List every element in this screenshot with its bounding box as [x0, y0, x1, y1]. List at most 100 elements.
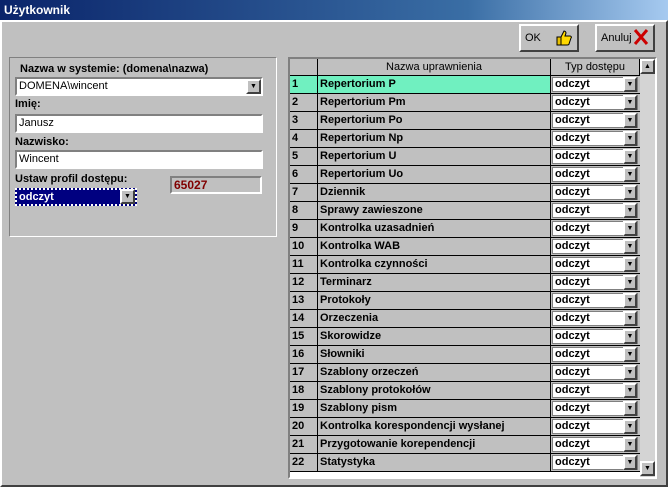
- table-row[interactable]: 16 Słowniki odczyt ▼: [290, 346, 640, 364]
- table-row[interactable]: 13 Protokoły odczyt ▼: [290, 292, 640, 310]
- access-type-cell[interactable]: odczyt ▼: [551, 184, 640, 202]
- chevron-down-icon[interactable]: ▼: [623, 131, 637, 146]
- table-row[interactable]: 17 Szablony orzeczeń odczyt ▼: [290, 364, 640, 382]
- access-type-cell[interactable]: odczyt ▼: [551, 94, 640, 112]
- chevron-down-icon[interactable]: ▼: [623, 383, 637, 398]
- permission-name[interactable]: Szablony orzeczeń: [318, 364, 551, 382]
- permission-name[interactable]: Repertorium Np: [318, 130, 551, 148]
- permission-name[interactable]: Terminarz: [318, 274, 551, 292]
- access-type-cell[interactable]: odczyt ▼: [551, 364, 640, 382]
- access-type-cell[interactable]: odczyt ▼: [551, 256, 640, 274]
- table-row[interactable]: 2 Repertorium Pm odczyt ▼: [290, 94, 640, 112]
- permission-name[interactable]: Kontrolka uzasadnień: [318, 220, 551, 238]
- chevron-down-icon[interactable]: ▼: [623, 221, 637, 236]
- permission-name[interactable]: Repertorium Pm: [318, 94, 551, 112]
- access-type-cell[interactable]: odczyt ▼: [551, 274, 640, 292]
- permission-name[interactable]: Skorowidze: [318, 328, 551, 346]
- chevron-down-icon[interactable]: ▼: [623, 401, 637, 416]
- access-type-cell[interactable]: odczyt ▼: [551, 328, 640, 346]
- last-name-field[interactable]: Wincent: [15, 150, 263, 169]
- access-type-cell[interactable]: odczyt ▼: [551, 130, 640, 148]
- permission-name[interactable]: Słowniki: [318, 346, 551, 364]
- table-row[interactable]: 5 Repertorium U odczyt ▼: [290, 148, 640, 166]
- table-row[interactable]: 3 Repertorium Po odczyt ▼: [290, 112, 640, 130]
- table-row[interactable]: 18 Szablony protokołów odczyt ▼: [290, 382, 640, 400]
- chevron-down-icon[interactable]: ▼: [623, 185, 637, 200]
- chevron-down-icon[interactable]: ▼: [623, 437, 637, 452]
- profile-select[interactable]: odczyt: [15, 188, 137, 206]
- permission-name[interactable]: Repertorium P: [318, 76, 551, 94]
- access-type-cell[interactable]: odczyt ▼: [551, 382, 640, 400]
- permission-name[interactable]: Repertorium U: [318, 148, 551, 166]
- chevron-down-icon[interactable]: ▼: [623, 347, 637, 362]
- scroll-up-button[interactable]: ▲: [640, 59, 655, 74]
- access-type-cell[interactable]: odczyt ▼: [551, 76, 640, 94]
- access-type-cell[interactable]: odczyt ▼: [551, 112, 640, 130]
- table-row[interactable]: 9 Kontrolka uzasadnień odczyt ▼: [290, 220, 640, 238]
- permission-name[interactable]: Kontrolka czynności: [318, 256, 551, 274]
- chevron-down-icon[interactable]: ▼: [623, 275, 637, 290]
- chevron-down-icon[interactable]: ▼: [623, 329, 637, 344]
- chevron-down-icon[interactable]: ▼: [623, 95, 637, 110]
- permission-name[interactable]: Przygotowanie korependencji: [318, 436, 551, 454]
- access-type-cell[interactable]: odczyt ▼: [551, 166, 640, 184]
- permission-name[interactable]: Repertorium Po: [318, 112, 551, 130]
- vertical-scrollbar[interactable]: ▲ ▼: [640, 59, 655, 477]
- table-row[interactable]: 14 Orzeczenia odczyt ▼: [290, 310, 640, 328]
- chevron-down-icon[interactable]: ▼: [623, 311, 637, 326]
- permission-name[interactable]: Statystyka: [318, 454, 551, 472]
- table-row[interactable]: 11 Kontrolka czynności odczyt ▼: [290, 256, 640, 274]
- chevron-down-icon[interactable]: ▼: [120, 189, 135, 204]
- permission-name[interactable]: Orzeczenia: [318, 310, 551, 328]
- chevron-down-icon[interactable]: ▼: [623, 239, 637, 254]
- access-type-cell[interactable]: odczyt ▼: [551, 400, 640, 418]
- access-type-cell[interactable]: odczyt ▼: [551, 148, 640, 166]
- chevron-down-icon[interactable]: ▼: [623, 167, 637, 182]
- access-type-cell[interactable]: odczyt ▼: [551, 436, 640, 454]
- chevron-down-icon[interactable]: ▼: [623, 419, 637, 434]
- column-header-access[interactable]: Typ dostępu: [551, 59, 640, 76]
- table-row[interactable]: 7 Dziennik odczyt ▼: [290, 184, 640, 202]
- chevron-down-icon[interactable]: ▼: [623, 203, 637, 218]
- table-row[interactable]: 10 Kontrolka WAB odczyt ▼: [290, 238, 640, 256]
- first-name-field[interactable]: Janusz: [15, 114, 263, 133]
- table-row[interactable]: 12 Terminarz odczyt ▼: [290, 274, 640, 292]
- access-type-cell[interactable]: odczyt ▼: [551, 238, 640, 256]
- cancel-button[interactable]: Anuluj: [595, 24, 655, 52]
- table-row[interactable]: 6 Repertorium Uo odczyt ▼: [290, 166, 640, 184]
- permission-name[interactable]: Repertorium Uo: [318, 166, 551, 184]
- permission-name[interactable]: Sprawy zawieszone: [318, 202, 551, 220]
- access-type-cell[interactable]: odczyt ▼: [551, 418, 640, 436]
- column-header-name[interactable]: Nazwa uprawnienia: [318, 59, 551, 76]
- access-type-cell[interactable]: odczyt ▼: [551, 292, 640, 310]
- access-type-cell[interactable]: odczyt ▼: [551, 310, 640, 328]
- table-row[interactable]: 15 Skorowidze odczyt ▼: [290, 328, 640, 346]
- table-row[interactable]: 20 Kontrolka korespondencji wysłanej odczy…: [290, 418, 640, 436]
- chevron-down-icon[interactable]: ▼: [623, 293, 637, 308]
- access-type-cell[interactable]: odczyt ▼: [551, 454, 640, 472]
- permission-name[interactable]: Protokoły: [318, 292, 551, 310]
- table-row[interactable]: 4 Repertorium Np odczyt ▼: [290, 130, 640, 148]
- table-row[interactable]: 8 Sprawy zawieszone odczyt ▼: [290, 202, 640, 220]
- permission-name[interactable]: Szablony protokołów: [318, 382, 551, 400]
- chevron-down-icon[interactable]: ▼: [623, 365, 637, 380]
- access-type-cell[interactable]: odczyt ▼: [551, 346, 640, 364]
- permission-name[interactable]: Dziennik: [318, 184, 551, 202]
- chevron-down-icon[interactable]: ▼: [623, 77, 637, 92]
- chevron-down-icon[interactable]: ▼: [623, 113, 637, 128]
- table-row[interactable]: 22 Statystyka odczyt ▼: [290, 454, 640, 472]
- ok-button[interactable]: OK: [519, 24, 579, 52]
- permission-name[interactable]: Kontrolka korespondencji wysłanej: [318, 418, 551, 436]
- chevron-down-icon[interactable]: ▼: [246, 79, 261, 94]
- scroll-down-button[interactable]: ▼: [640, 461, 655, 476]
- permission-name[interactable]: Kontrolka WAB: [318, 238, 551, 256]
- table-row[interactable]: 19 Szablony pism odczyt ▼: [290, 400, 640, 418]
- chevron-down-icon[interactable]: ▼: [623, 149, 637, 164]
- permission-name[interactable]: Szablony pism: [318, 400, 551, 418]
- chevron-down-icon[interactable]: ▼: [623, 257, 637, 272]
- table-row[interactable]: 1 Repertorium P odczyt ▼: [290, 76, 640, 94]
- access-type-cell[interactable]: odczyt ▼: [551, 202, 640, 220]
- system-name-combobox[interactable]: DOMENA\wincent: [15, 77, 263, 96]
- access-type-cell[interactable]: odczyt ▼: [551, 220, 640, 238]
- table-row[interactable]: 21 Przygotowanie korependencji odczyt ▼: [290, 436, 640, 454]
